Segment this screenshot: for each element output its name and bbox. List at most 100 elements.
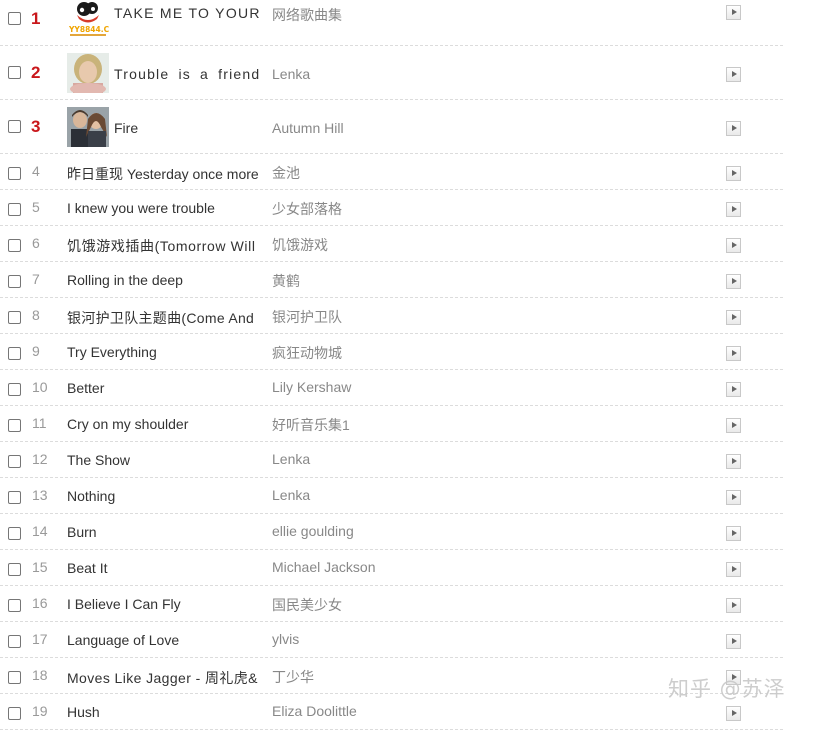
play-icon[interactable]	[726, 598, 741, 613]
song-row: 9 Try Everything 疯狂动物城	[0, 334, 783, 370]
song-title[interactable]: Moves Like Jagger - 周礼虎&	[67, 668, 263, 688]
checkbox-icon[interactable]	[8, 120, 21, 133]
checkbox-icon[interactable]	[8, 527, 21, 540]
song-artist[interactable]: 少女部落格	[272, 199, 342, 219]
play-icon[interactable]	[726, 634, 741, 649]
rank-number: 19	[32, 703, 48, 719]
album-cover[interactable]	[67, 53, 109, 93]
play-icon[interactable]	[726, 121, 741, 136]
rank-number: 11	[32, 415, 47, 431]
rank-number: 16	[32, 595, 48, 611]
song-row: 15 Beat It Michael Jackson	[0, 550, 783, 586]
checkbox-icon[interactable]	[8, 419, 21, 432]
song-artist[interactable]: 金池	[272, 163, 300, 183]
yy8844-logo: YY8844.CN	[67, 0, 109, 39]
song-row: 8 银河护卫队主题曲(Come And 银河护卫队	[0, 298, 783, 334]
song-title[interactable]: I knew you were trouble	[67, 200, 263, 216]
song-title[interactable]: Cry on my shoulder	[67, 416, 263, 432]
song-artist[interactable]: 疯狂动物城	[272, 343, 342, 363]
play-icon[interactable]	[726, 490, 741, 505]
checkbox-icon[interactable]	[8, 383, 21, 396]
checkbox-icon[interactable]	[8, 599, 21, 612]
play-icon[interactable]	[726, 310, 741, 325]
checkbox-icon[interactable]	[8, 491, 21, 504]
rank-number: 8	[32, 307, 40, 323]
song-artist[interactable]: Lenka	[272, 451, 310, 467]
rank-number: 15	[32, 559, 48, 575]
song-artist[interactable]: Eliza Doolittle	[272, 703, 357, 719]
checkbox-icon[interactable]	[8, 671, 21, 684]
checkbox-icon[interactable]	[8, 275, 21, 288]
song-title[interactable]: 昨日重现 Yesterday once more	[67, 164, 263, 184]
song-title[interactable]: TAKE ME TO YOUR	[114, 5, 260, 21]
song-row: 1 YY8844.CN TAKE ME TO YOUR 网络歌曲集	[0, 0, 783, 46]
play-icon[interactable]	[726, 346, 741, 361]
song-title[interactable]: The Show	[67, 452, 263, 468]
song-artist[interactable]: ylvis	[272, 631, 299, 647]
song-artist[interactable]: 黄鹤	[272, 271, 300, 291]
song-artist[interactable]: 饥饿游戏	[272, 235, 328, 255]
checkbox-icon[interactable]	[8, 311, 21, 324]
play-icon[interactable]	[726, 166, 741, 181]
song-row: 17 Language of Love ylvis	[0, 622, 783, 658]
song-row: 7 Rolling in the deep 黄鹤	[0, 262, 783, 298]
rank-number: 2	[31, 63, 41, 82]
rank-number: 17	[32, 631, 48, 647]
song-title[interactable]: 银河护卫队主题曲(Come And	[67, 308, 263, 328]
song-title[interactable]: Beat It	[67, 560, 263, 576]
checkbox-icon[interactable]	[8, 167, 21, 180]
song-row: 18 Moves Like Jagger - 周礼虎& 丁少华	[0, 658, 783, 694]
album-cover[interactable]	[67, 107, 109, 147]
song-artist[interactable]: Lily Kershaw	[272, 379, 351, 395]
song-artist[interactable]: 好听音乐集1	[272, 415, 350, 435]
checkbox-icon[interactable]	[8, 347, 21, 360]
song-artist[interactable]: 银河护卫队	[272, 307, 342, 327]
play-icon[interactable]	[726, 382, 741, 397]
lenka-portrait	[67, 53, 109, 93]
song-title[interactable]: Burn	[67, 524, 263, 540]
rank-number: 4	[32, 163, 40, 179]
checkbox-icon[interactable]	[8, 66, 21, 79]
play-icon[interactable]	[726, 526, 741, 541]
play-icon[interactable]	[726, 238, 741, 253]
song-artist[interactable]: Lenka	[272, 487, 310, 503]
duo-portrait	[67, 107, 109, 147]
song-title[interactable]: I Believe I Can Fly	[67, 596, 263, 612]
play-icon[interactable]	[726, 562, 741, 577]
song-title[interactable]: Trouble is a friend -	[114, 66, 260, 82]
song-title[interactable]: Rolling in the deep	[67, 272, 263, 288]
song-row: 19 Hush Eliza Doolittle	[0, 694, 783, 730]
checkbox-icon[interactable]	[8, 12, 21, 25]
song-artist[interactable]: 网络歌曲集	[272, 5, 342, 25]
rank-number: 1	[31, 9, 41, 28]
song-title[interactable]: 饥饿游戏插曲(Tomorrow Will	[67, 236, 263, 256]
song-artist[interactable]: ellie goulding	[272, 523, 354, 539]
play-icon[interactable]	[726, 274, 741, 289]
album-cover[interactable]: YY8844.CN	[67, 0, 109, 39]
checkbox-icon[interactable]	[8, 239, 21, 252]
song-title[interactable]: Try Everything	[67, 344, 263, 360]
checkbox-icon[interactable]	[8, 563, 21, 576]
play-icon[interactable]	[726, 67, 741, 82]
song-title[interactable]: Better	[67, 380, 263, 396]
checkbox-icon[interactable]	[8, 635, 21, 648]
song-title[interactable]: Language of Love	[67, 632, 263, 648]
song-title[interactable]: Fire	[114, 120, 260, 136]
song-row: 3 Fire Autumn Hill	[0, 100, 783, 154]
song-artist[interactable]: Autumn Hill	[272, 120, 344, 136]
play-icon[interactable]	[726, 418, 741, 433]
song-artist[interactable]: 国民美少女	[272, 595, 342, 615]
play-icon[interactable]	[726, 454, 741, 469]
song-title[interactable]: Nothing	[67, 488, 263, 504]
checkbox-icon[interactable]	[8, 203, 21, 216]
checkbox-icon[interactable]	[8, 707, 21, 720]
play-icon[interactable]	[726, 5, 741, 20]
rank-number: 12	[32, 451, 48, 467]
checkbox-icon[interactable]	[8, 455, 21, 468]
play-icon[interactable]	[726, 202, 741, 217]
song-artist[interactable]: Michael Jackson	[272, 559, 376, 575]
song-artist[interactable]: Lenka	[272, 66, 310, 82]
song-title[interactable]: Hush	[67, 704, 263, 720]
song-artist[interactable]: 丁少华	[272, 667, 314, 687]
song-row: 13 Nothing Lenka	[0, 478, 783, 514]
